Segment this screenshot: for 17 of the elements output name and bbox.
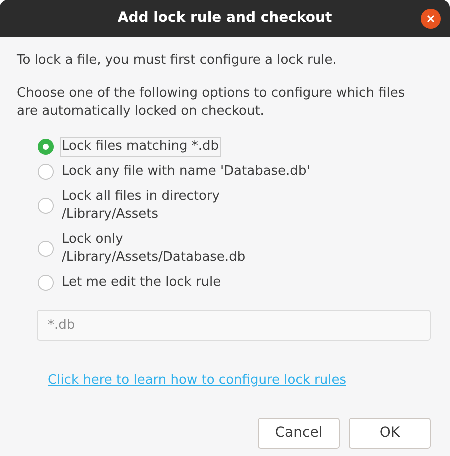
option-label[interactable]: Lock files matching *.db [60,137,221,157]
close-icon [427,15,435,23]
close-button[interactable] [421,9,441,29]
radio-button[interactable] [38,164,54,180]
radio-button[interactable] [38,139,54,155]
radio-button[interactable] [38,198,54,214]
dialog-button[interactable]: Cancel [258,418,340,448]
intro-text: To lock a file, you must first configure a lock rule. [17,52,338,70]
radio-button[interactable] [38,241,54,257]
radio-button[interactable] [38,275,54,291]
option-label[interactable]: Lock all files in directory /Library/Assets [60,187,222,225]
option-label[interactable]: Lock any file with name 'Database.db' [60,162,312,182]
option-label[interactable]: Lock only /Library/Assets/Database.db [60,230,248,268]
option-label[interactable]: Let me edit the lock rule [60,273,224,293]
dialog-button[interactable]: OK [349,418,431,448]
window-title: Add lock rule and checkout [118,9,332,28]
instructions-text: Choose one of the following options to configure which files are automatically locked on checkout. [17,85,406,121]
